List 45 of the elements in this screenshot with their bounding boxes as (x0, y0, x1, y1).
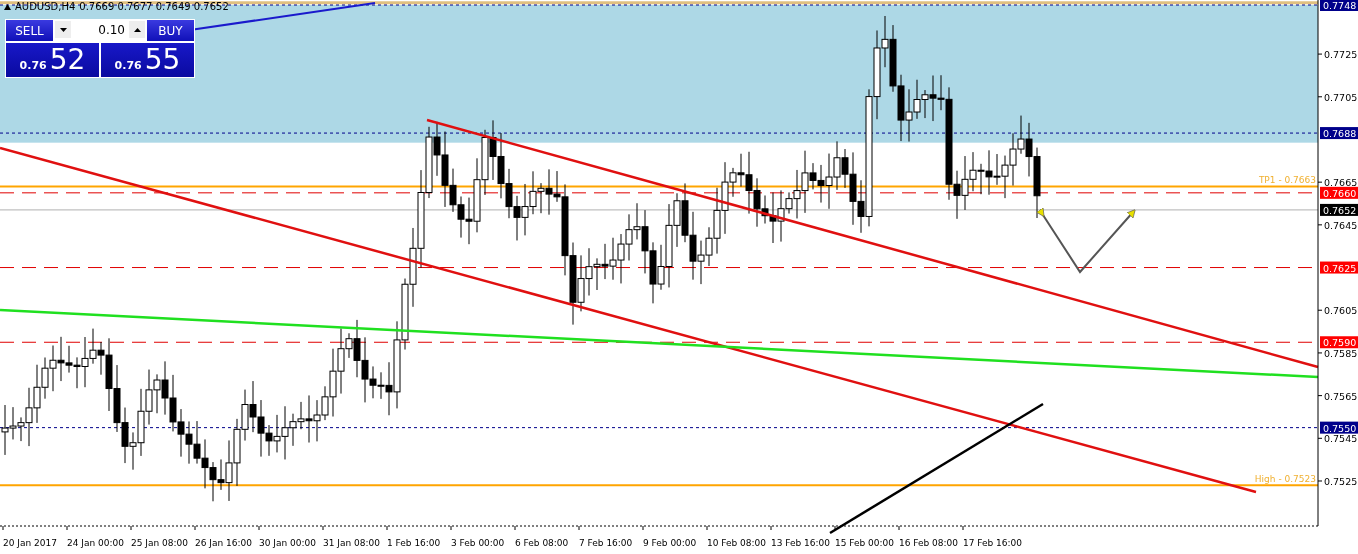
buy-button[interactable]: BUY (147, 20, 194, 41)
time-tick-label: 7 Feb 16:00 (579, 538, 633, 548)
caret-up-icon (133, 28, 141, 32)
price-tick-label: 0.7545 (1324, 433, 1358, 445)
price-tick-label: 0.7645 (1324, 219, 1358, 231)
price-label: 0.7550 (1323, 422, 1357, 434)
sell-price-button[interactable]: 0.76 52 (6, 43, 99, 77)
symbol-label: AUDUSD,H4 (15, 1, 76, 12)
sell-button[interactable]: SELL (6, 20, 53, 41)
price-label: 0.7748 (1323, 0, 1357, 11)
ohlc-values: 0.7669 0.7677 0.7649 0.7652 (79, 1, 229, 12)
price-tick-label: 0.7725 (1324, 49, 1358, 61)
time-tick-label: 15 Feb 00:00 (835, 538, 895, 548)
time-tick-label: 13 Feb 16:00 (771, 538, 831, 548)
time-tick-label: 6 Feb 08:00 (515, 538, 569, 548)
caret-down-icon (59, 28, 67, 32)
line-label: TP1 - 0.7663 (1258, 175, 1316, 186)
price-tick-label: 0.7605 (1324, 305, 1358, 317)
price-tick-label: 0.7525 (1324, 476, 1358, 487)
price-label: 0.7660 (1323, 187, 1357, 199)
price-tick-label: 0.7565 (1324, 390, 1358, 402)
time-tick-label: 10 Feb 08:00 (707, 538, 767, 548)
triangle-icon[interactable] (4, 3, 11, 10)
price-label: 0.7688 (1323, 128, 1357, 140)
time-tick-label: 20 Jan 2017 (3, 538, 57, 548)
time-tick-label: 9 Feb 00:00 (643, 538, 697, 548)
time-tick-label: 24 Jan 00:00 (67, 538, 124, 548)
time-tick-label: 1 Feb 16:00 (387, 538, 441, 548)
decrease-button[interactable] (55, 21, 71, 38)
time-tick-label: 26 Jan 16:00 (195, 538, 252, 548)
price-label: 0.7625 (1323, 262, 1357, 274)
time-tick-label: 25 Jan 08:00 (131, 538, 188, 548)
increase-button[interactable] (129, 21, 145, 38)
price-tick-label: 0.7665 (1324, 177, 1358, 189)
time-tick-label: 30 Jan 00:00 (259, 538, 316, 548)
buy-price-button[interactable]: 0.76 55 (101, 43, 194, 77)
price-tick-label: 0.7705 (1324, 91, 1358, 103)
price-tick-label: 0.7585 (1324, 347, 1358, 359)
line-label: High - 0.7523 (1254, 474, 1316, 485)
price-label: 0.7652 (1323, 204, 1357, 216)
time-tick-label: 3 Feb 00:00 (451, 538, 505, 548)
time-tick-label: 16 Feb 08:00 (899, 538, 959, 548)
time-tick-label: 31 Jan 08:00 (323, 538, 380, 548)
price-label: 0.7590 (1323, 337, 1357, 349)
time-tick-label: 17 Feb 16:00 (963, 538, 1023, 548)
